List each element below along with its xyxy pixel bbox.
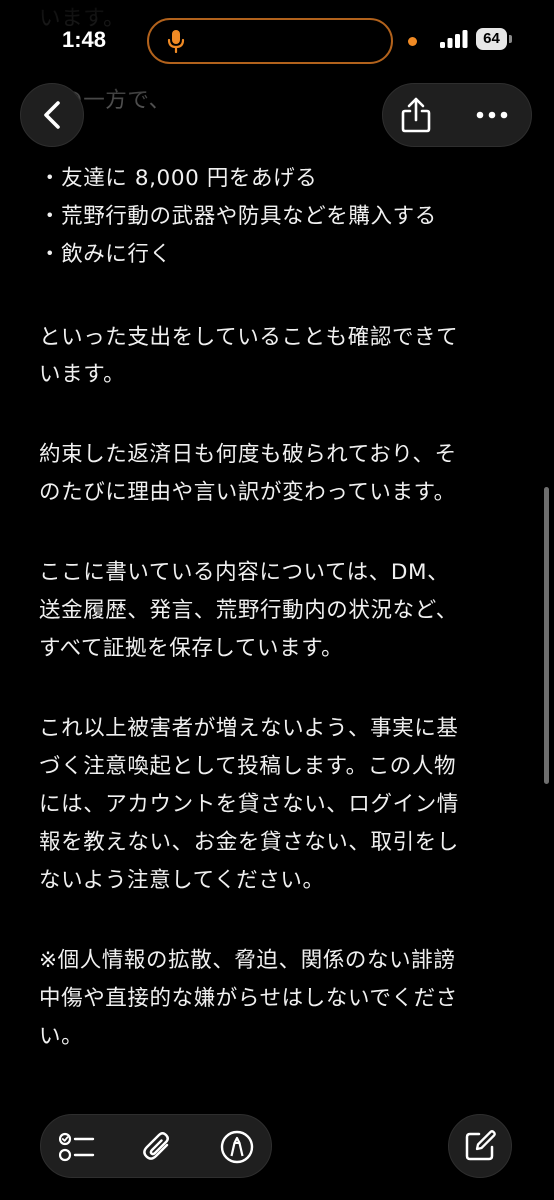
note-line: ※個人情報の拡散、脅迫、関係のない誹謗 — [39, 948, 456, 973]
top-action-group — [382, 83, 532, 147]
note-line: づく注意喚起として投稿します。この人物 — [39, 754, 457, 779]
note-line: すべて証拠を保存しています。 — [39, 636, 344, 661]
checklist-icon[interactable] — [59, 1131, 95, 1163]
dynamic-island[interactable] — [147, 18, 393, 64]
note-line: には、アカウントを貸さない、ログイン情 — [39, 792, 459, 817]
note-line: い。 — [39, 1024, 84, 1049]
compose-icon — [463, 1129, 497, 1163]
note-line: 報を教えない、お金を貸さない、取引をし — [39, 830, 459, 855]
note-line: のたびに理由や言い訳が変わっています。 — [39, 480, 456, 505]
note-line: ・飲みに行く — [39, 242, 172, 267]
back-button[interactable] — [20, 83, 84, 147]
compose-button[interactable] — [448, 1114, 512, 1178]
note-line: います。 — [39, 362, 126, 387]
note-line: ないよう注意してください。 — [39, 868, 325, 893]
status-time: 1:48 — [62, 27, 107, 52]
note-line: といった支出をしていることも確認できて — [39, 325, 459, 350]
recording-indicator-dot — [408, 37, 417, 46]
scrollbar[interactable] — [544, 487, 549, 784]
ellipsis-icon[interactable] — [475, 109, 509, 121]
note-line: ・友達に 8,000 円をあげる — [39, 166, 318, 191]
note-line: 送金履歴、発言、荒野行動内の状況など、 — [39, 598, 458, 623]
cellular-signal-icon — [440, 30, 468, 48]
paperclip-icon[interactable] — [141, 1130, 175, 1164]
bottom-toolbar — [40, 1114, 272, 1178]
note-line: ・荒野行動の武器や防具などを購入する — [39, 204, 437, 229]
markup-pen-icon[interactable] — [219, 1129, 255, 1165]
battery-tip — [509, 35, 512, 43]
note-line: これ以上被害者が増えないよう、事実に基 — [39, 716, 459, 741]
note-line: 約束した返済日も何度も破られており、そ — [39, 442, 457, 467]
battery-indicator: 64 — [476, 28, 507, 50]
note-line: ここに書いている内容については、DM、 — [39, 560, 450, 585]
note-line: 中傷や直接的な嫌がらせはしないでくださ — [39, 986, 458, 1011]
share-icon[interactable] — [399, 96, 433, 134]
battery-level: 64 — [476, 28, 507, 50]
chevron-left-icon — [41, 100, 63, 130]
microphone-icon — [167, 29, 185, 53]
